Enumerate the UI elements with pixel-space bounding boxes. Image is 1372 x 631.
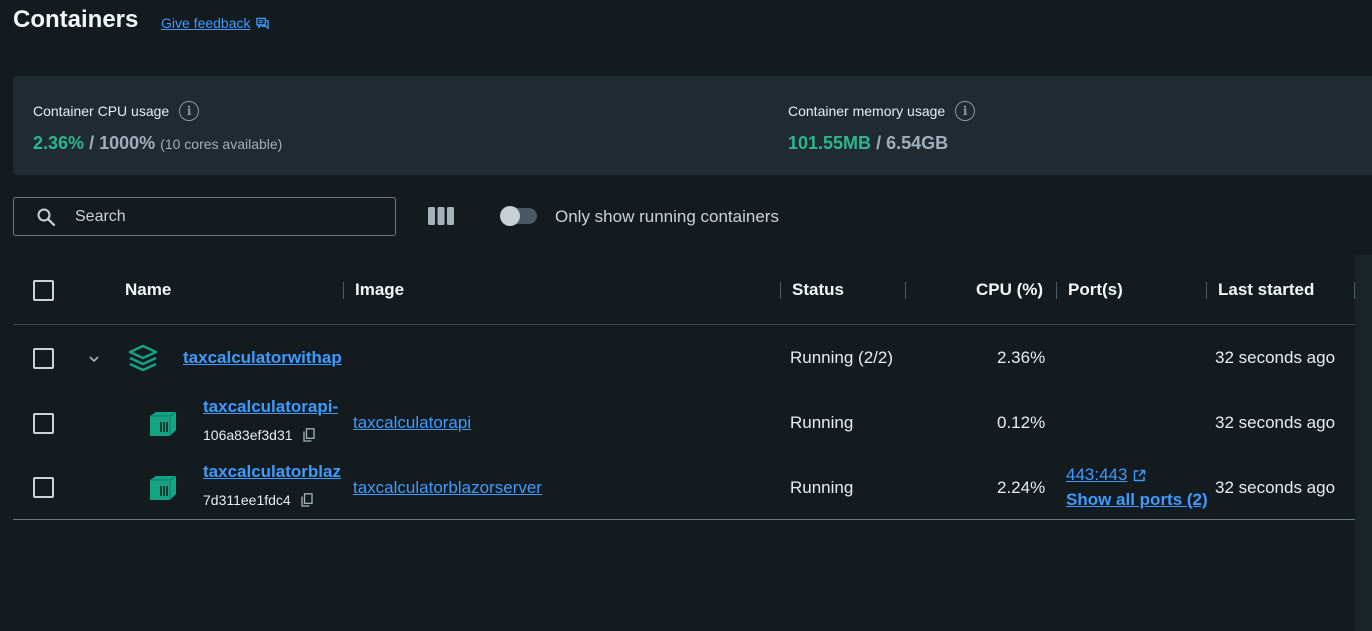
- container-name-link[interactable]: taxcalculatorapi-: [203, 397, 343, 417]
- group-name-link[interactable]: taxcalculatorwithap: [183, 348, 342, 368]
- memory-total: 6.54GB: [886, 133, 949, 153]
- table-bottom-border: [13, 519, 1372, 520]
- port-link-row: 443:443: [1066, 465, 1146, 485]
- external-link-icon[interactable]: [1133, 469, 1146, 482]
- table-row[interactable]: taxcalculatorblaz 7d311ee1fdc4 taxcalcul…: [13, 456, 1372, 519]
- memory-usage-label-row: Container memory usage i: [788, 101, 976, 121]
- search-box[interactable]: [13, 197, 396, 236]
- cpu-cell: 2.24%: [997, 478, 1046, 497]
- status-cell: Running: [790, 413, 854, 432]
- cpu-used: 2.36%: [33, 133, 85, 153]
- give-feedback-label: Give feedback: [161, 15, 251, 31]
- last-started-cell: 32 seconds ago: [1215, 478, 1336, 497]
- containers-page: Containers Give feedback Container CPU u…: [0, 0, 1372, 631]
- column-header-cpu[interactable]: CPU (%): [976, 280, 1043, 300]
- image-link[interactable]: taxcalculatorblazorserver: [353, 478, 542, 498]
- cpu-cell: 2.36%: [997, 348, 1046, 367]
- running-only-label: Only show running containers: [555, 207, 779, 226]
- cpu-usage-label: Container CPU usage: [33, 103, 170, 119]
- last-started-cell: 32 seconds ago: [1215, 413, 1336, 432]
- container-id: 7d311ee1fdc4: [203, 492, 313, 508]
- cpu-cell: 0.12%: [997, 413, 1046, 432]
- column-divider[interactable]: [1206, 282, 1207, 299]
- container-icon: [150, 411, 177, 436]
- table-header: Name Image Status CPU (%) Port(s) Last s…: [13, 258, 1372, 325]
- cpu-separator: /: [89, 133, 95, 153]
- container-id-text: 7d311ee1fdc4: [203, 492, 291, 508]
- status-cell: Running (2/2): [790, 348, 894, 367]
- columns-icon[interactable]: [428, 207, 454, 225]
- column-header-name[interactable]: Name: [125, 280, 171, 300]
- copy-icon[interactable]: [301, 493, 313, 507]
- feedback-icon: [255, 17, 269, 29]
- image-link[interactable]: taxcalculatorapi: [353, 413, 471, 433]
- search-input[interactable]: [73, 203, 383, 230]
- horizontal-overflow-strip[interactable]: [1355, 255, 1372, 631]
- give-feedback-link[interactable]: Give feedback: [161, 15, 269, 31]
- column-divider[interactable]: [905, 282, 906, 299]
- container-id: 106a83ef3d31: [203, 427, 315, 443]
- memory-used: 101.55MB: [788, 133, 872, 153]
- row-checkbox[interactable]: [33, 477, 54, 498]
- column-divider[interactable]: [343, 282, 344, 299]
- memory-usage-label: Container memory usage: [788, 103, 946, 119]
- select-all-checkbox[interactable]: [33, 280, 54, 301]
- port-link[interactable]: 443:443: [1066, 465, 1127, 485]
- cpu-cores-note: (10 cores available): [160, 136, 283, 152]
- row-checkbox[interactable]: [33, 348, 54, 369]
- memory-usage-value: 101.55MB / 6.54GB: [788, 133, 948, 154]
- table-row-group[interactable]: taxcalculatorwithap Running (2/2) 2.36% …: [13, 325, 1372, 391]
- stack-icon: [128, 344, 158, 372]
- toggle-knob: [500, 206, 520, 226]
- cpu-usage-value: 2.36% / 1000% (10 cores available): [33, 133, 282, 154]
- column-header-ports[interactable]: Port(s): [1068, 280, 1123, 300]
- running-only-toggle[interactable]: [500, 206, 537, 226]
- container-name-link[interactable]: taxcalculatorblaz: [203, 462, 343, 482]
- cpu-total: 1000%: [99, 133, 156, 153]
- memory-separator: /: [876, 133, 882, 153]
- column-divider[interactable]: [1056, 282, 1057, 299]
- container-id-text: 106a83ef3d31: [203, 427, 293, 443]
- table-row[interactable]: taxcalculatorapi- 106a83ef3d31 taxcalcul…: [13, 391, 1372, 456]
- column-header-image[interactable]: Image: [355, 280, 404, 300]
- row-checkbox[interactable]: [33, 413, 54, 434]
- show-all-ports-link[interactable]: Show all ports (2): [1066, 490, 1208, 510]
- page-title: Containers: [13, 6, 139, 33]
- column-divider[interactable]: [780, 282, 781, 299]
- column-header-status[interactable]: Status: [792, 280, 844, 300]
- container-icon: [150, 475, 177, 500]
- chevron-down-icon[interactable]: [88, 355, 100, 363]
- column-header-last-started[interactable]: Last started: [1218, 280, 1314, 300]
- copy-icon[interactable]: [302, 428, 315, 442]
- cpu-info-icon[interactable]: i: [179, 101, 200, 121]
- usage-stats-panel: Container CPU usage i 2.36% / 1000% (10 …: [13, 76, 1372, 175]
- last-started-cell: 32 seconds ago: [1215, 348, 1336, 367]
- status-cell: Running: [790, 478, 854, 497]
- search-icon: [37, 208, 56, 227]
- cpu-usage-label-row: Container CPU usage i: [33, 101, 200, 121]
- memory-info-icon[interactable]: i: [955, 101, 976, 121]
